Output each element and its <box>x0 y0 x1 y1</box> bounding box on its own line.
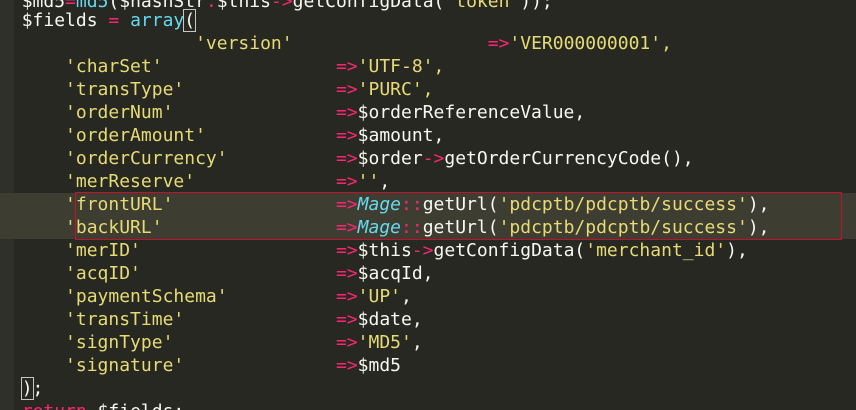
code-line: 'transType' =>'PURC', <box>65 79 434 100</box>
code-line: return $fields; <box>0 400 185 410</box>
code-line: 'orderAmount' =>$amount, <box>65 125 445 146</box>
code-line: 'version' =>'VER000000001', <box>195 33 672 54</box>
code-line: 'orderCurrency' =>$order->getOrderCurren… <box>65 148 694 169</box>
code-line: 'merReserve' =>'', <box>65 171 391 192</box>
annotation-highlight-box <box>75 192 842 240</box>
code-line: ); <box>20 377 44 400</box>
code-line: 'signature' =>$md5 <box>65 355 402 376</box>
code-line: 'orderNum' =>$orderReferenceValue, <box>65 102 586 123</box>
code-line: 'signType' =>'MD5', <box>65 332 423 353</box>
code-line: 'merID' =>$this->getConfigData('merchant… <box>65 240 748 261</box>
code-line: 'transTime' =>$date, <box>65 309 423 330</box>
code-editor[interactable]: $md5=md5($hashStr.$this->getConfigData('… <box>0 0 856 410</box>
code-line: $fields = array( <box>21 9 197 32</box>
code-line: 'charSet' =>'UTF-8', <box>65 56 445 77</box>
code-line: 'acqID' =>$acqId, <box>65 263 434 284</box>
code-line: 'paymentSchema' =>'UP', <box>65 286 412 307</box>
